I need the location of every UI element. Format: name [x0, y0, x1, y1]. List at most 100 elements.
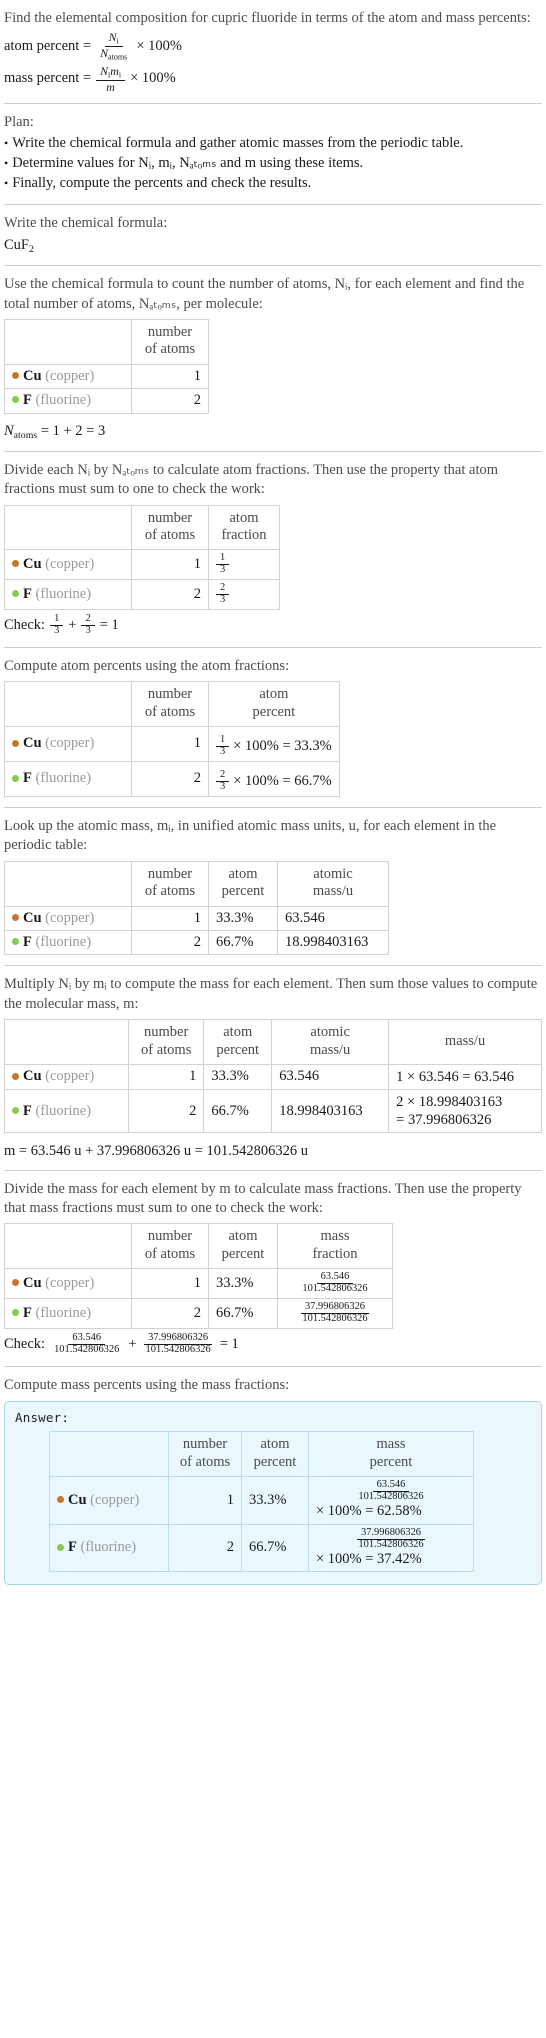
table-row: F (fluorine) 2 66.7% 37.996806326 101.54… — [4, 1298, 393, 1330]
atom-percent-value: 66.7% — [208, 930, 278, 956]
atom-percent-fraction: Ni Natoms — [96, 31, 131, 61]
element-cell: F (fluorine) — [4, 1298, 132, 1330]
atom-percent-value: 1 3 × 100% = 33.3% — [208, 726, 340, 763]
table-row: F (fluorine) 2 66.7% 18.998403163 2 × 18… — [3, 1089, 542, 1134]
atom-percent-expression: × 100% = 66.7% — [233, 772, 332, 789]
intro-section: Find the elemental composition for cupri… — [4, 0, 542, 103]
mass-fraction-table: number of atoms atom percent mass fracti… — [4, 1223, 393, 1330]
table-row: F (fluorine) 2 66.7% 37.996806326 101.54… — [49, 1523, 474, 1573]
table-header-row: number of atoms atom percent mass percen… — [49, 1431, 474, 1478]
total-atoms-symbol: N — [4, 422, 14, 439]
element-cell: F (fluorine) — [4, 930, 132, 956]
answer-label: Answer: — [15, 1410, 70, 1426]
atomic-mass-value: 18.998403163 — [277, 930, 389, 956]
mass-percent-expression: × 100% = 37.42% — [316, 1550, 422, 1567]
mass-percent-table: number of atoms atom percent mass percen… — [49, 1431, 474, 1573]
problem-prompt: Find the elemental composition for cupri… — [4, 10, 531, 26]
mass-product-line: = 37.996806326 — [396, 1112, 492, 1129]
element-symbol: Cu — [23, 556, 42, 573]
atomic-mass-lead: Look up the atomic mass, mᵢ, in unified … — [4, 818, 497, 854]
atom-percent-label: atom percent = — [4, 38, 92, 55]
element-symbol: F — [23, 1102, 32, 1119]
atom-count-value: 2 — [131, 388, 209, 414]
mass-product-line: 1 × 63.546 = 63.546 — [396, 1069, 514, 1086]
element-symbol: Cu — [68, 1491, 87, 1508]
atom-fraction-value: 1 3 — [208, 549, 280, 581]
check-plus: + — [128, 1335, 137, 1352]
mass-lead: Multiply Nᵢ by mᵢ to compute the mass fo… — [4, 976, 538, 1012]
plan-list: Write the chemical formula and gather at… — [4, 134, 542, 193]
atom-percent-value: 33.3% — [208, 1268, 278, 1300]
mass-percent-label: mass percent = — [4, 70, 92, 87]
element-name: (copper) — [45, 1068, 95, 1085]
atom-count-value: 2 — [131, 1298, 209, 1330]
mass-percent-fraction: Nimi m — [96, 65, 126, 93]
element-color-dot-f — [12, 1309, 19, 1317]
element-color-dot-f — [57, 1543, 64, 1551]
header-mass-fraction: mass fraction — [277, 1223, 393, 1270]
header-element — [4, 504, 132, 551]
mass-fraction-section: Divide the mass for each element by m to… — [4, 1169, 542, 1366]
atom-fraction-check: Check: 1 3 + 2 3 = 1 — [4, 613, 542, 637]
header-number-of-atoms: number of atoms — [131, 1223, 209, 1270]
atom-fraction-section: Divide each Nᵢ by Nₐₜₒₘₛ to calculate at… — [4, 450, 542, 647]
element-color-dot-cu — [12, 371, 19, 379]
atom-percent-denominator: Natoms — [100, 46, 128, 62]
atom-percent-value: 33.3% — [203, 1064, 273, 1091]
header-atom-percent: atom percent — [241, 1431, 309, 1478]
mass-table: number of atoms atom percent atomic mass… — [3, 1019, 542, 1134]
atom-percent-table: number of atoms atom percent Cu (copper)… — [4, 681, 340, 798]
header-number-of-atoms: number of atoms — [128, 1019, 205, 1066]
element-color-dot-cu — [12, 739, 19, 747]
element-name: (copper) — [45, 1275, 95, 1292]
check-fraction-1: 63.546 101.542806326 — [54, 1332, 120, 1356]
atomic-mass-value: 63.546 — [271, 1064, 390, 1091]
check-result: = 1 — [219, 1335, 239, 1352]
mass-percent-lead: Compute mass percents using the mass fra… — [4, 1376, 290, 1393]
header-atom-fraction: atom fraction — [208, 504, 280, 551]
element-symbol: F — [68, 1539, 77, 1556]
check-plus: + — [68, 616, 77, 633]
formula-subscript: 2 — [29, 243, 34, 255]
atom-count-value: 1 — [128, 1064, 205, 1091]
element-cell: F (fluorine) — [3, 1089, 130, 1134]
mass-product-value: 2 × 18.998403163 = 37.996806326 — [388, 1089, 542, 1134]
element-cell: Cu (copper) — [3, 1064, 130, 1091]
element-color-dot-f — [12, 396, 19, 404]
header-atom-percent: atom percent — [208, 860, 278, 907]
element-symbol: F — [23, 1304, 32, 1321]
atom-count-value: 1 — [131, 1268, 209, 1300]
element-color-dot-cu — [57, 1495, 64, 1503]
table-row: F (fluorine) 2 66.7% 18.998403163 — [4, 930, 389, 956]
atom-percent-value: 33.3% — [208, 905, 278, 932]
table-header-row: number of atoms atom percent atomic mass… — [3, 1019, 542, 1066]
fraction: 1 3 — [216, 734, 230, 758]
fraction: 1 3 — [216, 552, 230, 576]
element-color-dot-f — [12, 1106, 19, 1114]
chemical-formula-section: Write the chemical formula: CuF2 — [4, 203, 542, 266]
table-header-row: number of atoms atom percent — [4, 681, 340, 728]
atom-percent-value: 2 3 × 100% = 66.7% — [208, 761, 340, 798]
table-row: Cu (copper) 1 33.3% 63.546 101.542806326 — [4, 1268, 393, 1300]
atom-fraction-value: 2 3 — [208, 579, 280, 611]
element-symbol: Cu — [23, 1275, 42, 1292]
atom-percent-expression: × 100% = 33.3% — [233, 737, 332, 754]
atom-count-value: 2 — [128, 1089, 205, 1134]
plan-title: Plan: — [4, 114, 34, 131]
mass-fraction-check: Check: 63.546 101.542806326 + 37.9968063… — [4, 1332, 542, 1356]
header-element — [4, 1223, 132, 1270]
element-color-dot-cu — [12, 1279, 19, 1287]
element-cell: F (fluorine) — [4, 388, 132, 414]
element-symbol: F — [23, 392, 32, 409]
element-color-dot-f — [12, 774, 19, 782]
element-name: (fluorine) — [35, 1102, 92, 1119]
header-element — [4, 860, 132, 907]
table-row: Cu (copper) 1 33.3% 63.546 — [4, 905, 389, 932]
chemical-formula-lead: Write the chemical formula: — [4, 214, 168, 231]
check-fraction-2: 37.996806326 101.542806326 — [144, 1332, 213, 1356]
fraction: 63.546 101.542806326 — [302, 1271, 368, 1295]
table-row: F (fluorine) 2 — [4, 388, 209, 414]
atom-count-table: number of atoms Cu (copper) 1 F (fluorin… — [4, 319, 209, 414]
element-symbol: F — [23, 934, 32, 951]
header-mass-percent: mass percent — [308, 1431, 474, 1478]
